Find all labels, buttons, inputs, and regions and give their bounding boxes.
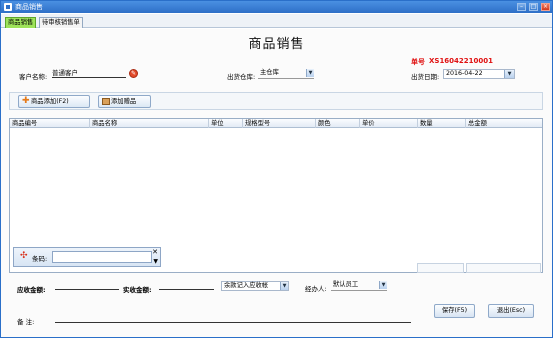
add-goods-button[interactable]: ✚ 商品添加(F2) — [18, 95, 90, 108]
column-quantity[interactable]: 数量 — [418, 119, 466, 128]
receivable-field[interactable] — [55, 281, 119, 290]
barcode-panel: ✣ 条码: ✕ ▼ — [13, 247, 161, 267]
gift-icon — [102, 98, 110, 105]
remainder-select[interactable]: 余款记入应收帐 ▼ — [221, 281, 289, 291]
chevron-down-icon[interactable]: ▼ — [306, 69, 314, 77]
customer-field[interactable]: 普通客户 — [52, 69, 126, 78]
barcode-label: 条码: — [32, 255, 48, 263]
clear-icon[interactable]: ✕ — [152, 248, 158, 256]
calendar-dropdown-icon[interactable]: ▼ — [504, 70, 514, 78]
page-title: 商品销售 — [248, 37, 305, 52]
column-spec[interactable]: 规格型号 — [243, 119, 316, 128]
remainder-value: 余款记入应收帐 — [224, 282, 269, 289]
receivable-label: 应收金额: — [17, 286, 46, 294]
column-goods-code[interactable]: 商品编号 — [10, 119, 90, 128]
barcode-input[interactable] — [52, 251, 152, 263]
date-label: 出货日期: — [411, 73, 440, 81]
tab-pending-review[interactable]: 待审核销售单 — [39, 17, 83, 28]
add-icon: ✚ — [22, 96, 30, 106]
date-picker[interactable]: 2016-04-22 ▼ — [443, 69, 515, 79]
handler-label: 经办人: — [305, 285, 327, 293]
app-icon — [4, 3, 12, 11]
handler-value: 默认员工 — [333, 281, 359, 288]
warehouse-value: 主仓库 — [260, 69, 279, 76]
maximize-icon[interactable]: □ — [529, 3, 538, 11]
order-number-label: 单号 — [411, 58, 425, 66]
received-field[interactable] — [159, 281, 214, 290]
add-gift-button[interactable]: 添加赠品 — [98, 95, 151, 108]
customer-picker-icon[interactable]: ✎ — [129, 69, 138, 78]
chevron-down-icon[interactable]: ▼ — [153, 258, 158, 265]
tab-strip: 商品销售 待审核销售单 — [1, 14, 552, 28]
received-label: 实收金额: — [123, 286, 152, 294]
remark-field[interactable] — [55, 314, 411, 323]
summary-cell-quantity — [417, 263, 464, 273]
close-icon[interactable]: × — [541, 3, 550, 11]
customer-label: 客户名称: — [19, 73, 48, 81]
order-number: XS16042210001 — [429, 57, 494, 65]
column-goods-name[interactable]: 商品名称 — [90, 119, 209, 128]
minimize-icon[interactable]: – — [517, 3, 526, 11]
summary-cell-total — [466, 263, 541, 273]
barcode-icon: ✣ — [20, 251, 28, 261]
chevron-down-icon[interactable]: ▼ — [280, 282, 288, 290]
remark-label: 备 注: — [17, 318, 35, 326]
date-value: 2016-04-22 — [446, 70, 483, 77]
table-header: 商品编号 商品名称 单位 规格型号 颜色 单价 数量 总金额 — [10, 119, 542, 128]
toolbar: ✚ 商品添加(F2) 添加赠品 — [9, 92, 543, 110]
window-title: 商品销售 — [15, 3, 43, 11]
sales-form: 商品销售 单号 XS16042210001 客户名称: 普通客户 ✎ 出货仓库:… — [1, 29, 552, 337]
column-unit[interactable]: 单位 — [209, 119, 243, 128]
warehouse-label: 出货仓库: — [227, 73, 256, 81]
warehouse-select[interactable]: 主仓库 ▼ — [258, 69, 314, 79]
add-goods-label: 商品添加(F2) — [31, 98, 69, 105]
title-bar: 商品销售 – □ × — [1, 1, 552, 13]
column-color[interactable]: 颜色 — [316, 119, 360, 128]
handler-select[interactable]: 默认员工 ▼ — [331, 281, 387, 291]
add-gift-label: 添加赠品 — [111, 98, 137, 105]
save-button[interactable]: 保存(F5) — [434, 304, 475, 318]
app-window: 商品销售 – □ × 商品销售 待审核销售单 商品销售 单号 XS1604221… — [0, 0, 553, 338]
exit-button[interactable]: 退出(Esc) — [488, 304, 534, 318]
column-unit-price[interactable]: 单价 — [360, 119, 418, 128]
chevron-down-icon[interactable]: ▼ — [379, 281, 387, 289]
column-total[interactable]: 总金额 — [466, 119, 542, 128]
tab-sales[interactable]: 商品销售 — [5, 17, 37, 28]
